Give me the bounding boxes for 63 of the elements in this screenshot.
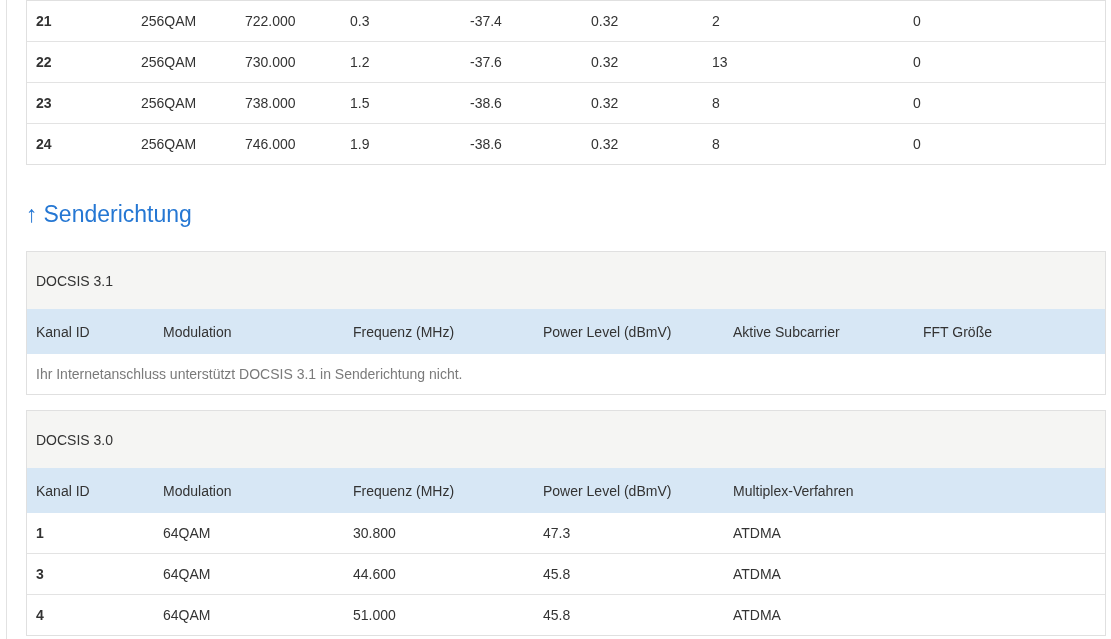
column-header: Kanal ID (35, 323, 91, 340)
table-title: DOCSIS 3.0 (36, 431, 114, 448)
column-header: Modulation (162, 482, 233, 499)
table-cell-text: ATDMA (732, 607, 782, 623)
table-cell-text: 0.32 (590, 136, 620, 152)
table-cell-text: 13 (711, 54, 729, 70)
table-cell-text: 47.3 (542, 525, 572, 541)
table-cell-text: 51.000 (352, 607, 397, 623)
table-cell-text: -38.6 (469, 95, 503, 111)
table-cell-text: 0.32 (590, 54, 620, 70)
table-cell-text: 44.600 (352, 566, 397, 582)
column-header: Modulation (162, 323, 233, 340)
table-cell-text: 64QAM (162, 607, 212, 623)
table-cell-text: 22 (35, 54, 53, 70)
section-heading: Senderichtung (43, 200, 192, 228)
table-cell-text: 1 (35, 525, 45, 541)
table-cell-text: 0.3 (349, 13, 371, 29)
column-header: Frequenz (MHz) (352, 482, 456, 499)
table-cell-text: 738.000 (244, 95, 297, 111)
table-cell-text: 722.000 (244, 13, 297, 29)
table-cell-text: 21 (35, 13, 53, 29)
column-header: Aktive Subcarrier (732, 323, 841, 340)
arrow-up-icon: ↑ (26, 200, 38, 228)
table-cell-text: 8 (711, 95, 721, 111)
table-cell-text: -37.4 (469, 13, 503, 29)
table-cell-text: 64QAM (162, 566, 212, 582)
table-cell-text: 0.32 (590, 13, 620, 29)
table-cell-text: 746.000 (244, 136, 297, 152)
table-cell-text: 64QAM (162, 525, 212, 541)
table-cell-text: 256QAM (140, 13, 198, 29)
table-cell-text: 24 (35, 136, 53, 152)
table-cell-text: -37.6 (469, 54, 503, 70)
table-cell-text: 1.2 (349, 54, 371, 70)
table-cell-text: 256QAM (140, 54, 198, 70)
table-cell-text: 4 (35, 607, 45, 623)
column-header: Power Level (dBmV) (542, 482, 673, 499)
table-cell-text: 2 (711, 13, 721, 29)
column-header: Power Level (dBmV) (542, 323, 673, 340)
table-cell-text: 1.5 (349, 95, 371, 111)
table-title: DOCSIS 3.1 (36, 272, 114, 289)
table-cell-text: 45.8 (542, 566, 572, 582)
table-cell-text: 3 (35, 566, 45, 582)
column-header: Multiplex-Verfahren (732, 482, 855, 499)
column-header: Frequenz (MHz) (352, 323, 456, 340)
table-cell-text: 1.9 (349, 136, 371, 152)
table-cell-text: ATDMA (732, 525, 782, 541)
table-cell-text: 0 (912, 13, 922, 29)
table-cell-text: 256QAM (140, 95, 198, 111)
table-cell-text: 730.000 (244, 54, 297, 70)
table-cell-text: 0 (912, 136, 922, 152)
table-cell-text: 8 (711, 136, 721, 152)
table-cell-text: 0 (912, 95, 922, 111)
column-header: Kanal ID (35, 482, 91, 499)
table-cell-text: ATDMA (732, 566, 782, 582)
table-cell-text: 0 (912, 54, 922, 70)
table-cell-text: -38.6 (469, 136, 503, 152)
table-cell-text: 0.32 (590, 95, 620, 111)
table-cell-text: 23 (35, 95, 53, 111)
info-message: Ihr Internetanschluss unterstützt DOCSIS 3.1 in Senderichtung nicht. (35, 365, 464, 384)
table-cell-text: 256QAM (140, 136, 198, 152)
column-header: FFT Größe (922, 323, 993, 340)
table-cell-text: 30.800 (352, 525, 397, 541)
table-cell-text: 45.8 (542, 607, 572, 623)
